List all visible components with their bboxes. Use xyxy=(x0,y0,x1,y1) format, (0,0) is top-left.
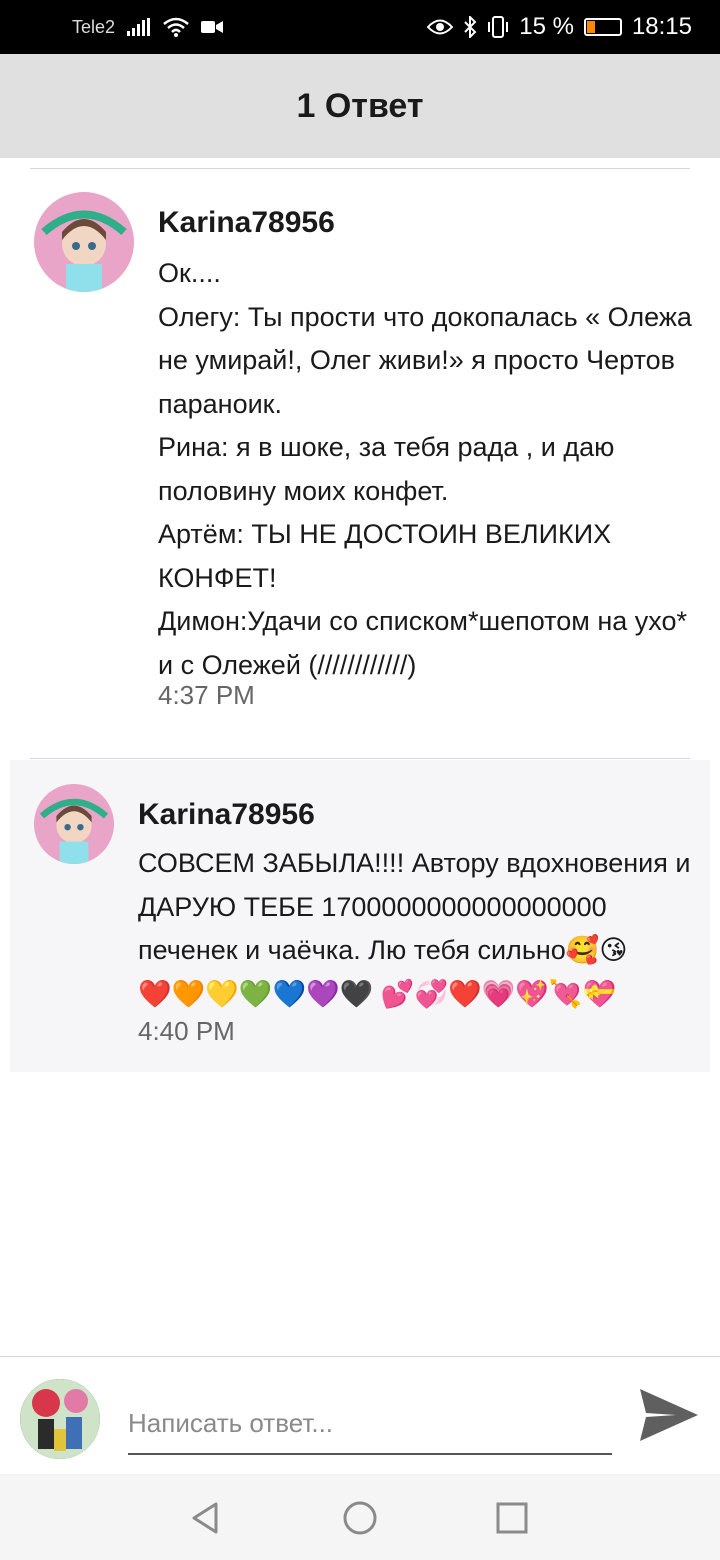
divider xyxy=(30,758,690,759)
navigation-bar xyxy=(0,1474,720,1560)
comment-username[interactable]: Karina78956 xyxy=(138,798,315,832)
send-icon[interactable] xyxy=(636,1385,702,1445)
status-bar: Tele2 15 % 18:15 xyxy=(0,0,720,54)
comment-text: Ок.... Олегу: Ты прости что докопалась «… xyxy=(158,258,692,680)
bluetooth-icon xyxy=(463,16,477,38)
eye-icon xyxy=(427,18,454,36)
my-avatar xyxy=(20,1379,100,1459)
divider xyxy=(30,168,690,169)
battery-icon xyxy=(583,18,622,36)
comment-item[interactable]: Karina78956 Ок.... Олегу: Ты прости что … xyxy=(0,170,720,760)
avatar[interactable] xyxy=(34,192,134,292)
status-left: Tele2 xyxy=(72,16,224,38)
comment-text: СОВСЕМ ЗАБЫЛА!!!! Автору вдохновения и Д… xyxy=(138,848,691,1009)
header-bar: 1 Ответ xyxy=(0,54,720,158)
reply-input[interactable] xyxy=(128,1393,612,1455)
home-icon[interactable] xyxy=(340,1498,380,1538)
video-icon xyxy=(201,19,224,35)
page-title: 1 Ответ xyxy=(296,86,424,125)
signal-icon xyxy=(127,18,151,36)
reply-bar xyxy=(0,1356,720,1474)
status-right: 15 % 18:15 xyxy=(427,13,692,41)
back-icon[interactable] xyxy=(186,1498,226,1538)
vibrate-icon xyxy=(487,16,509,38)
comment-username[interactable]: Karina78956 xyxy=(158,206,335,240)
wifi-icon xyxy=(163,17,189,37)
clock: 18:15 xyxy=(631,13,692,40)
avatar[interactable] xyxy=(34,784,114,864)
carrier-label: Tele2 xyxy=(72,16,116,37)
recent-apps-icon[interactable] xyxy=(492,1498,532,1538)
comment-time: 4:37 PM xyxy=(158,680,255,710)
battery-percent: 15 % xyxy=(519,13,574,40)
comment-time: 4:40 PM xyxy=(138,1016,235,1046)
comment-item-highlighted[interactable]: Karina78956 СОВСЕМ ЗАБЫЛА!!!! Автору вдо… xyxy=(10,760,710,1072)
